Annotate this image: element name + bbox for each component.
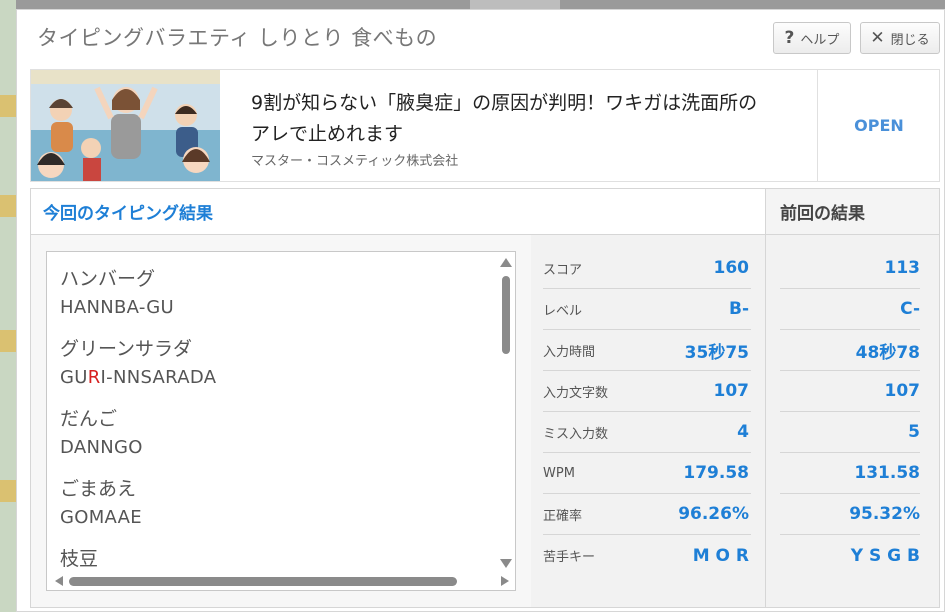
stat-label: 入力時間 [543, 344, 596, 360]
ad-image[interactable] [31, 70, 220, 181]
scroll-left-arrow-icon[interactable] [55, 576, 63, 586]
current-results-heading: 今回のタイピング結果 [31, 189, 766, 235]
romaji-typed: HANNBA-GU [60, 297, 175, 318]
stat-row: ミス入力数 4 [543, 412, 751, 453]
stat-label: 正確率 [543, 508, 583, 524]
previous-stat-row: Y S G B [780, 535, 920, 576]
scroll-up-arrow-icon[interactable] [500, 258, 512, 267]
background-fragment [0, 95, 16, 117]
stat-current-value: 107 [713, 381, 750, 401]
stat-current-value: 179.58 [683, 463, 749, 483]
previous-stat-row: 48秒78 [780, 330, 920, 371]
word-romaji: GOMAAE [60, 504, 480, 532]
stat-current-value: 35秒75 [684, 342, 749, 363]
stat-previous-value: 113 [884, 258, 921, 278]
background-fragment [0, 195, 16, 217]
word-list: ハンバーグ HANNBA-GU グリーンサラダ GURI-NNSARADA だんご DAN… [60, 264, 480, 586]
romaji-miss-char: R [87, 367, 101, 388]
stat-previous-value: 95.32% [849, 504, 920, 524]
word-japanese: だんご [60, 408, 118, 430]
romaji-typed: GOMAAE [60, 507, 142, 528]
stat-previous-value: 5 [908, 422, 920, 442]
stat-row: レベル B- [543, 289, 751, 330]
word-item: 枝豆 [60, 544, 480, 574]
previous-stat-row: 95.32% [780, 494, 920, 535]
stat-current-value: 96.26% [678, 504, 749, 524]
word-romaji: DANNGO [60, 434, 480, 462]
background-fragment [0, 480, 16, 502]
close-button-label: 閉じる [890, 32, 930, 48]
stat-current-value: B- [728, 299, 749, 319]
stat-row: スコア 160 [543, 248, 751, 289]
word-item: グリーンサラダ GURI-NNSARADA [60, 334, 480, 392]
word-item: だんご DANNGO [60, 404, 480, 462]
stat-label: WPM [543, 465, 575, 481]
stat-previous-value: 131.58 [854, 463, 920, 483]
previous-stat-row: 131.58 [780, 453, 920, 494]
word-item: ハンバーグ HANNBA-GU [60, 264, 480, 322]
dialog-title: タイピングバラエティ しりとり 食べもの [37, 26, 438, 50]
current-stats-table: スコア 160 レベル B- 入力時間 35秒75 入力文字数 107 ミス入力数 4 WPM 179… [531, 235, 766, 607]
word-japanese: グリーンサラダ [60, 338, 193, 360]
stat-current-value: 4 [737, 422, 749, 442]
stat-row: WPM 179.58 [543, 453, 751, 494]
stat-label: スコア [543, 262, 583, 278]
word-romaji: HANNBA-GU [60, 294, 480, 322]
romaji-typed: DANNGO [60, 437, 143, 458]
stat-current-value: M O R [692, 545, 749, 566]
help-button-label: ヘルプ [800, 32, 840, 48]
romaji-typed: GU [60, 367, 88, 388]
romaji-typed-rest: I-NNSARADA [100, 367, 217, 388]
stat-row: 苦手キー M O R [543, 535, 751, 576]
typed-words-list[interactable]: ハンバーグ HANNBA-GU グリーンサラダ GURI-NNSARADA だんご DAN… [46, 251, 516, 591]
vertical-scrollbar[interactable] [497, 252, 515, 574]
ad-open-button[interactable]: OPEN [817, 70, 940, 181]
stat-row: 入力時間 35秒75 [543, 330, 751, 371]
previous-results-heading: 前回の結果 [766, 189, 939, 235]
stat-label: 入力文字数 [543, 385, 609, 401]
vertical-scroll-thumb[interactable] [502, 276, 510, 354]
results-panel: 今回のタイピング結果 前回の結果 ハンバーグ HANNBA-GU グリーンサラダ GU… [30, 188, 940, 608]
x-icon: ✕ [870, 28, 885, 48]
stat-previous-value: 48秒78 [855, 342, 920, 363]
stat-label: レベル [543, 303, 583, 319]
horizontal-scrollbar[interactable] [47, 572, 509, 590]
previous-stats-table: 113 C- 48秒78 107 5 131.58 95.32% Y S G B [766, 235, 939, 607]
previous-stat-row: 113 [780, 248, 920, 289]
previous-stat-row: C- [780, 289, 920, 330]
stat-label: 苦手キー [543, 550, 596, 565]
word-japanese: ごまあえ [60, 478, 137, 500]
question-icon: ? [784, 28, 795, 48]
background-fragment [0, 330, 16, 352]
word-japanese: ハンバーグ [60, 268, 156, 290]
word-romaji: GURI-NNSARADA [60, 364, 480, 392]
result-dialog: タイピングバラエティ しりとり 食べもの ? ヘルプ ✕ 閉じる 9割が知らない… [16, 9, 945, 612]
previous-stat-row: 107 [780, 371, 920, 412]
stat-row: 正確率 96.26% [543, 494, 751, 535]
ad-headline[interactable]: 9割が知らない「腋臭症」の原因が判明！ワキガは洗面所のアレで止めれます [251, 88, 771, 150]
horizontal-scroll-thumb[interactable] [69, 577, 457, 586]
close-button[interactable]: ✕ 閉じる [860, 22, 940, 54]
previous-stat-row: 5 [780, 412, 920, 453]
ad-sponsor: マスター・コスメティック株式会社 [251, 154, 459, 169]
stat-row: 入力文字数 107 [543, 371, 751, 412]
word-japanese: 枝豆 [60, 548, 99, 570]
stat-label: ミス入力数 [543, 426, 609, 442]
stat-previous-value: 107 [884, 381, 921, 401]
ad-banner[interactable]: 9割が知らない「腋臭症」の原因が判明！ワキガは洗面所のアレで止めれます マスター… [30, 69, 940, 182]
typed-words-area: ハンバーグ HANNBA-GU グリーンサラダ GURI-NNSARADA だんご DAN… [31, 235, 531, 607]
scroll-right-arrow-icon[interactable] [501, 576, 509, 586]
scroll-down-arrow-icon[interactable] [500, 559, 512, 568]
word-item: ごまあえ GOMAAE [60, 474, 480, 532]
stat-current-value: 160 [713, 258, 750, 278]
stat-previous-value: Y S G B [850, 545, 920, 566]
stat-previous-value: C- [900, 299, 920, 319]
help-button[interactable]: ? ヘルプ [773, 22, 851, 54]
background-page-strip [0, 0, 16, 612]
